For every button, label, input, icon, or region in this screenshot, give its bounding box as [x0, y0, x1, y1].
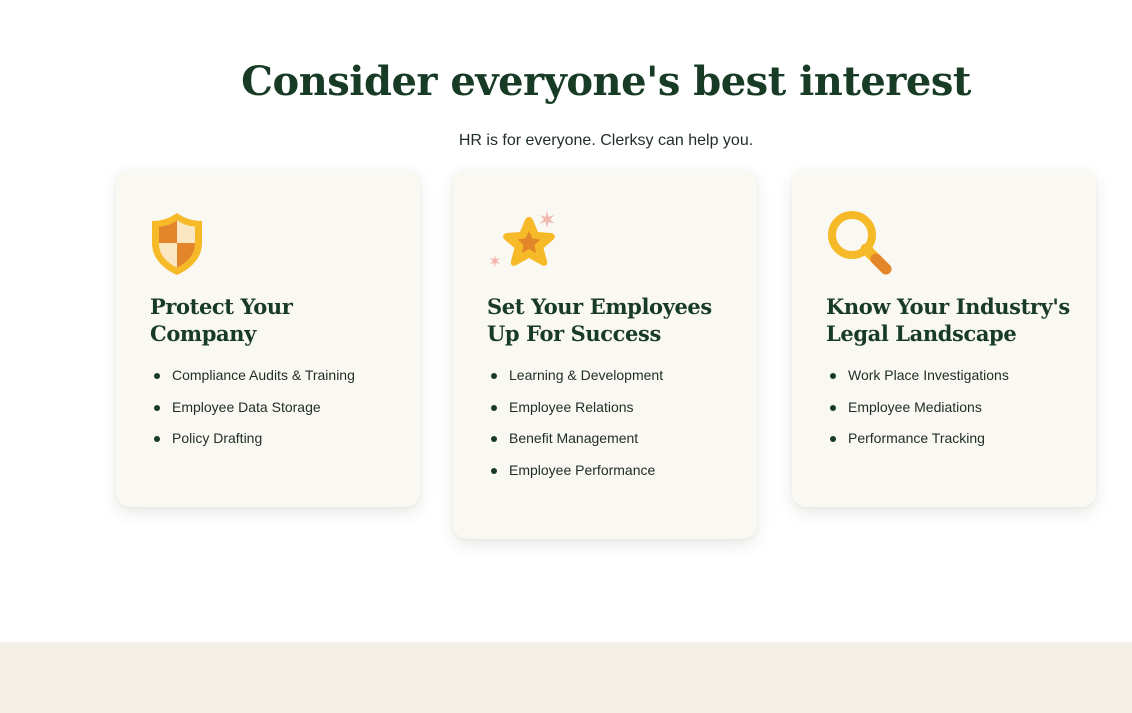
list-item: Employee Performance	[491, 460, 663, 492]
card-title-line2: Legal Landscape	[826, 321, 1017, 346]
card-title-line2: Company	[150, 321, 256, 346]
list-item: Performance Tracking	[830, 428, 1009, 460]
section-subhead: HR is for everyone. Clerksy can help you…	[458, 132, 754, 149]
star-icon	[490, 211, 555, 267]
magnifying-glass-icon	[828, 211, 892, 275]
footer-band	[0, 642, 1132, 713]
list-item: Employee Mediations	[830, 397, 1009, 429]
card-feature-list: Learning & Development Employee Relation…	[491, 365, 663, 492]
feature-card-legal-landscape: Know Your Industry's Legal Landscape Wor…	[792, 169, 1096, 507]
list-item: Employee Data Storage	[154, 397, 355, 429]
section-headline: Consider everyone's best interest	[241, 58, 971, 105]
card-title-line1: Know Your Industry's	[826, 294, 1070, 319]
list-item: Compliance Audits & Training	[154, 365, 355, 397]
shield-icon	[152, 213, 202, 275]
card-title-line2: Up For Success	[487, 321, 661, 346]
list-item: Employee Relations	[491, 397, 663, 429]
list-item: Work Place Investigations	[830, 365, 1009, 397]
card-feature-list: Compliance Audits & Training Employee Da…	[154, 365, 355, 460]
feature-card-protect-company: Protect Your Company Compliance Audits &…	[116, 169, 420, 507]
feature-card-employee-success: Set Your Employees Up For Success Learni…	[453, 169, 757, 539]
list-item: Benefit Management	[491, 428, 663, 460]
card-feature-list: Work Place Investigations Employee Media…	[830, 365, 1009, 460]
list-item: Learning & Development	[491, 365, 663, 397]
card-title-line1: Protect Your	[150, 294, 293, 319]
features-section: Consider everyone's best interest HR is …	[0, 0, 1132, 642]
card-title-line1: Set Your Employees	[487, 294, 712, 319]
list-item: Policy Drafting	[154, 428, 355, 460]
